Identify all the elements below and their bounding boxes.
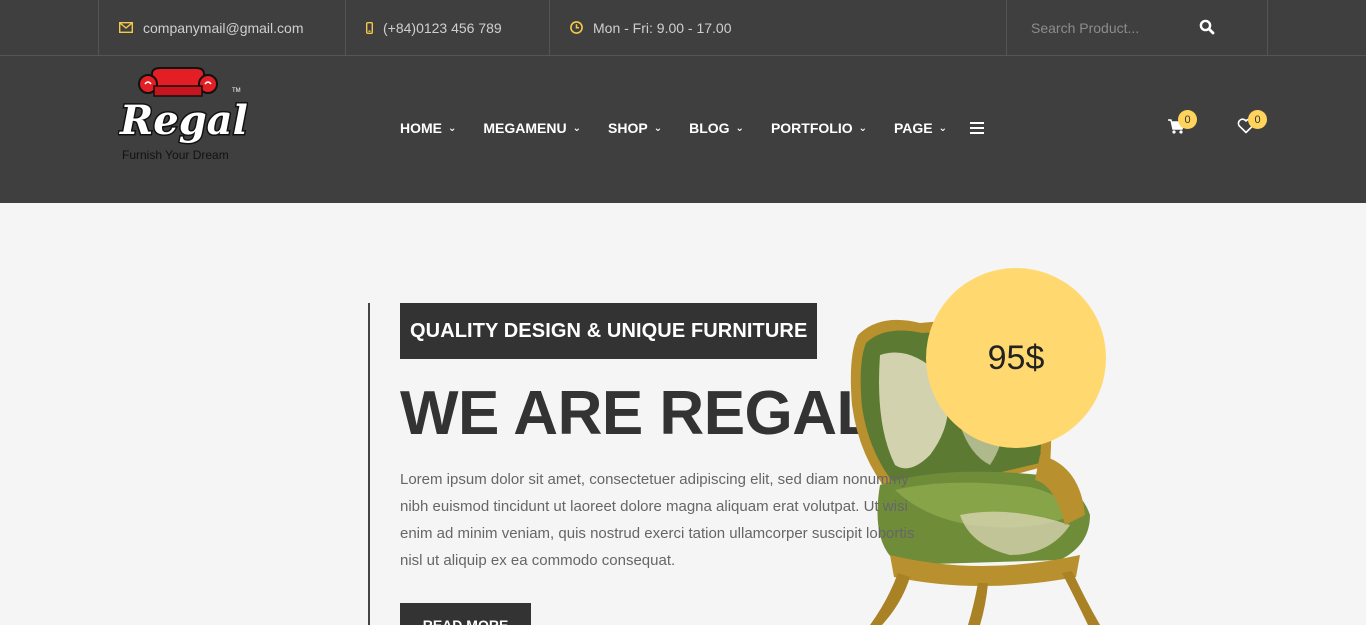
hero-kicker: QUALITY DESIGN & UNIQUE FURNITURE bbox=[400, 303, 818, 359]
search-input[interactable] bbox=[1031, 19, 1211, 36]
nav-item-label: MEGAMENU bbox=[483, 120, 567, 136]
nav-item-label: PAGE bbox=[894, 120, 933, 136]
hero-accent-line bbox=[368, 303, 370, 625]
wishlist-button[interactable]: 0 bbox=[1237, 110, 1267, 140]
chevron-down-icon: ⌄ bbox=[448, 122, 457, 134]
email-text: companymail@gmail.com bbox=[143, 19, 304, 36]
price-badge: 95$ bbox=[926, 268, 1106, 448]
hours-text: Mon - Fri: 9.00 - 17.00 bbox=[593, 19, 732, 36]
mobile-phone-icon bbox=[366, 21, 373, 34]
nav-item-label: HOME bbox=[400, 120, 442, 136]
nav-item-page[interactable]: PAGE ⌄ bbox=[894, 120, 947, 136]
phone-text: (+84)0123 456 789 bbox=[383, 19, 502, 36]
contact-phone[interactable]: (+84)0123 456 789 bbox=[345, 0, 550, 55]
main-header: Regal TM Furnish Your Dream HOME ⌄ MEGAM… bbox=[0, 56, 1366, 203]
clock-icon bbox=[570, 21, 583, 34]
top-bar: companymail@gmail.com (+84)0123 456 789 … bbox=[0, 0, 1366, 56]
svg-text:TM: TM bbox=[232, 88, 241, 94]
search-box bbox=[1006, 0, 1268, 55]
nav-item-home[interactable]: HOME ⌄ bbox=[400, 120, 456, 136]
cart-count-badge: 0 bbox=[1178, 110, 1197, 129]
chevron-down-icon: ⌄ bbox=[653, 122, 663, 134]
main-navigation: HOME ⌄ MEGAMENU ⌄ SHOP ⌄ BLOG ⌄ PORTFOLI… bbox=[400, 120, 985, 136]
hero-headline: WE ARE REGAL bbox=[400, 379, 874, 448]
chevron-down-icon: ⌄ bbox=[858, 122, 867, 134]
chevron-down-icon: ⌄ bbox=[938, 122, 948, 134]
nav-item-label: SHOP bbox=[608, 120, 648, 136]
brand-tagline: Furnish Your Dream bbox=[122, 148, 229, 162]
hamburger-menu-icon[interactable] bbox=[970, 122, 985, 134]
nav-item-megamenu[interactable]: MEGAMENU ⌄ bbox=[483, 120, 581, 136]
hero-description: Lorem ipsum dolor sit amet, consectetuer… bbox=[400, 471, 915, 569]
svg-text:Regal: Regal bbox=[119, 97, 248, 144]
regal-logo-graphic: Regal TM bbox=[118, 67, 249, 146]
brand-logo[interactable]: Regal TM Furnish Your Dream bbox=[118, 66, 249, 166]
search-icon[interactable] bbox=[1199, 19, 1217, 37]
nav-item-shop[interactable]: SHOP ⌄ bbox=[608, 120, 662, 136]
cart-button[interactable]: 0 bbox=[1167, 110, 1197, 140]
opening-hours: Mon - Fri: 9.00 - 17.00 bbox=[549, 0, 1007, 55]
contact-email[interactable]: companymail@gmail.com bbox=[98, 0, 346, 55]
nav-item-label: PORTFOLIO bbox=[770, 120, 853, 136]
chevron-down-icon: ⌄ bbox=[735, 122, 744, 134]
read-more-button[interactable]: READ MORE bbox=[400, 603, 531, 625]
wishlist-count-badge: 0 bbox=[1248, 110, 1267, 129]
nav-item-portfolio[interactable]: PORTFOLIO ⌄ bbox=[771, 120, 867, 136]
envelope-icon bbox=[119, 22, 133, 33]
nav-item-label: BLOG bbox=[689, 120, 730, 136]
chevron-down-icon: ⌄ bbox=[572, 122, 582, 134]
nav-item-blog[interactable]: BLOG ⌄ bbox=[689, 120, 744, 136]
